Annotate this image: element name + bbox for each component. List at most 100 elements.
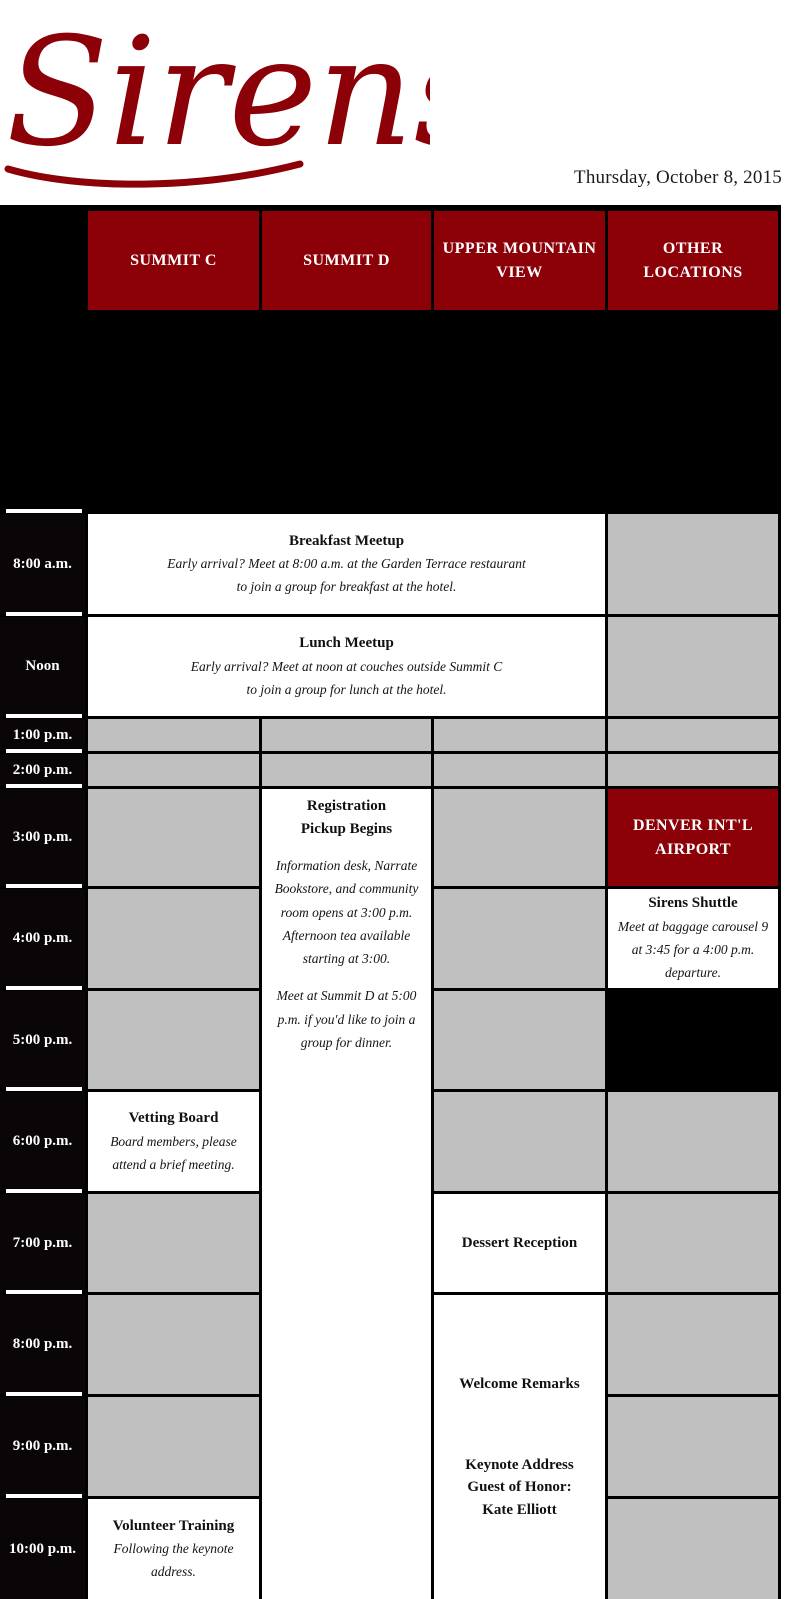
event-title: Welcome Remarks <box>459 1376 580 1392</box>
time-separator <box>6 1189 82 1193</box>
empty-slot <box>434 1092 605 1191</box>
time-label-text: 8:00 a.m. <box>13 555 72 572</box>
column-header-label: UPPER MOUNTAIN VIEW <box>442 240 597 281</box>
time-separator <box>6 1494 82 1498</box>
column-header-label: SUMMIT D <box>303 251 390 269</box>
time-label-8: 6:00 p.m. <box>0 1092 85 1191</box>
event-description: Meet at baggage carousel 9 at 3:45 for a… <box>617 918 769 981</box>
logo-wordmark: Sirens <box>6 6 430 180</box>
page-header: Sirens Thursday, October 8, 2015 <box>0 0 800 205</box>
time-label-2: Noon <box>0 617 85 716</box>
empty-slot <box>608 1397 778 1496</box>
time-label-10: 8:00 p.m. <box>0 1295 85 1394</box>
time-label-7: 5:00 p.m. <box>0 991 85 1089</box>
empty-slot <box>608 617 778 716</box>
event-description: Meet at Summit D at 5:00 p.m. if you'd l… <box>276 988 417 1050</box>
event-content: Lunch Meetup Early arrival? Meet at noon … <box>95 623 598 710</box>
empty-slot <box>88 889 259 988</box>
event-description: Information desk, Narrate Bookstore, and… <box>274 858 419 967</box>
event-content: Volunteer Training Following the keynote … <box>95 1505 252 1593</box>
column-header-4: OTHER LOCATIONS <box>608 211 778 310</box>
event-title: Pickup Begins <box>300 820 393 837</box>
empty-slot <box>88 719 259 751</box>
event-content: Welcome Remarks Keynote Address Guest of H… <box>441 1301 598 1593</box>
empty-slot <box>434 889 605 988</box>
event-denver-airport: DENVER INT'L AIRPORT <box>608 789 778 886</box>
event-title: Sirens Shuttle <box>648 895 738 912</box>
time-label-text: 8:00 p.m. <box>12 1336 73 1352</box>
event-description: Early arrival? Meet at noon at couches o… <box>190 658 503 674</box>
event-content: Sirens Shuttle Meet at baggage carousel 9… <box>615 895 771 982</box>
empty-slot <box>434 991 605 1089</box>
event-description: to join a group for breakfast at the hot… <box>236 579 457 595</box>
time-label-text: 6:00 p.m. <box>12 1133 73 1149</box>
time-label-text: 7:00 p.m. <box>12 1234 73 1251</box>
time-separator <box>6 784 82 788</box>
event-title: Breakfast Meetup <box>288 532 405 549</box>
event-registration-pickup[interactable]: Registration Pickup Begins Information des… <box>262 789 431 1599</box>
column-header-label: SUMMIT C <box>130 251 217 269</box>
event-title: Lunch Meetup <box>299 635 394 652</box>
event-keynote-block: Keynote Address Guest of Honor: Kate Ellio… <box>441 1454 598 1522</box>
time-label-11: 9:00 p.m. <box>0 1397 85 1496</box>
empty-slot <box>608 1194 778 1292</box>
time-label-6: 4:00 p.m. <box>0 889 85 988</box>
event-sirens-shuttle[interactable]: Sirens Shuttle Meet at baggage carousel 9… <box>608 889 778 988</box>
time-separator <box>6 612 82 616</box>
time-label-1: 8:00 a.m. <box>0 514 85 614</box>
column-header-2: SUMMIT D <box>262 211 431 310</box>
event-content: Vetting Board Board members, please atten… <box>95 1098 252 1185</box>
event-title: Guest of Honor: <box>467 1479 572 1495</box>
time-label-text: 10:00 p.m. <box>8 1540 77 1557</box>
column-header-3: UPPER MOUNTAIN VIEW <box>434 211 605 310</box>
time-separator <box>6 509 82 513</box>
event-title: Volunteer Training <box>112 1517 235 1534</box>
event-description: Following the keynote address. <box>113 1541 234 1580</box>
event-welcome-keynote[interactable]: Welcome Remarks Keynote Address Guest of H… <box>434 1295 605 1599</box>
empty-slot <box>434 789 605 886</box>
empty-slot <box>608 1295 778 1394</box>
time-separator <box>6 986 82 990</box>
empty-slot <box>608 1092 778 1191</box>
empty-slot <box>608 514 778 614</box>
empty-slot <box>434 754 605 786</box>
event-title: Vetting Board <box>128 1110 219 1127</box>
empty-slot <box>88 1397 259 1496</box>
event-title: AIRPORT <box>654 840 732 858</box>
time-label-12: 10:00 p.m. <box>0 1499 85 1599</box>
sirens-logo: Sirens <box>0 0 430 194</box>
empty-slot <box>88 789 259 886</box>
event-volunteer-training[interactable]: Volunteer Training Following the keynote … <box>88 1499 259 1599</box>
event-lunch-meetup[interactable]: Lunch Meetup Early arrival? Meet at noon … <box>88 617 605 716</box>
empty-slot <box>608 1499 778 1599</box>
event-description: to join a group for lunch at the hotel. <box>246 681 447 697</box>
event-title: Keynote Address <box>465 1456 574 1473</box>
time-separator <box>6 1087 82 1091</box>
empty-slot <box>88 1295 259 1394</box>
empty-slot <box>88 1194 259 1292</box>
event-title: Dessert Reception <box>461 1234 578 1251</box>
time-label-text: 1:00 p.m. <box>12 726 73 743</box>
time-separator <box>6 749 82 753</box>
time-separator <box>6 884 82 888</box>
empty-slot <box>608 719 778 751</box>
event-title: DENVER INT'L <box>633 817 753 835</box>
event-dessert-reception[interactable]: Dessert Reception <box>434 1194 605 1292</box>
time-separator <box>6 714 82 718</box>
time-label-text: 4:00 p.m. <box>12 930 73 946</box>
event-content: Breakfast Meetup Early arrival? Meet at 8… <box>95 520 598 608</box>
empty-slot <box>88 754 259 786</box>
time-separator <box>6 1290 82 1294</box>
time-label-3: 1:00 p.m. <box>0 719 85 751</box>
empty-slot <box>262 754 431 786</box>
event-breakfast-meetup[interactable]: Breakfast Meetup Early arrival? Meet at 8… <box>88 514 605 614</box>
empty-slot <box>88 991 259 1089</box>
event-content: DENVER INT'L AIRPORT <box>633 814 753 860</box>
schedule-grid: SUMMIT C SUMMIT D UPPER MOUNTAIN VIEW OTHER… <box>0 205 781 1599</box>
empty-slot <box>262 719 431 751</box>
event-vetting-board[interactable]: Vetting Board Board members, please atten… <box>88 1092 259 1191</box>
time-label-5: 3:00 p.m. <box>0 789 85 886</box>
grid-corner <box>0 211 85 310</box>
time-separator <box>6 1392 82 1396</box>
empty-slot <box>608 754 778 786</box>
